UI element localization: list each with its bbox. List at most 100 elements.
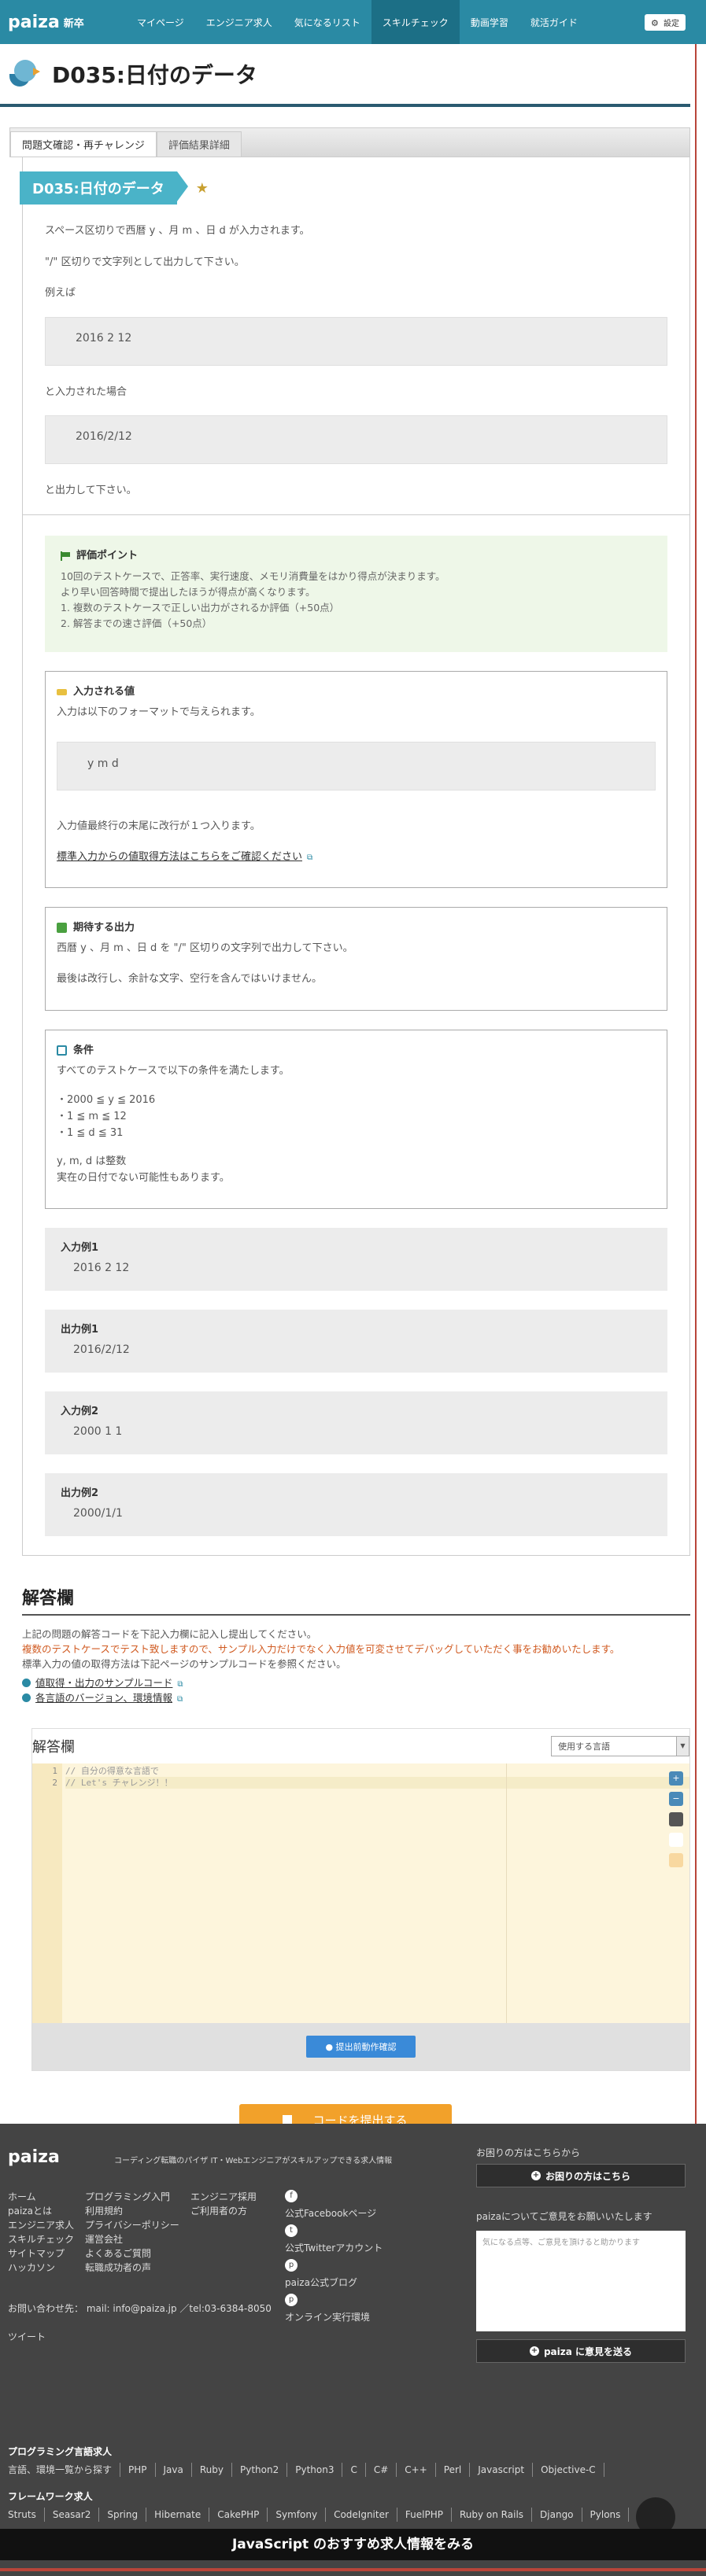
lang-job-link[interactable]: Javascript — [470, 2463, 534, 2477]
editor-header: 解答欄 使用する言語 ▼ — [32, 1728, 689, 1763]
fw-job-link[interactable]: Pylons — [582, 2508, 630, 2522]
output-spec-line1: 西暦 y 、月 m 、日 d を "/" 区切りの文字列で出力して下さい。 — [57, 942, 353, 955]
bird-logo-icon — [9, 57, 41, 91]
score-line: 10回のテストケースで、正答率、実行速度、メモリ消費量をはかり得点が決まります。 — [61, 570, 445, 583]
sample-code-link[interactable]: 値取得・出力のサンプルコード — [35, 1677, 172, 1689]
fw-job-link[interactable]: CakePHP — [209, 2508, 268, 2522]
footer-link[interactable]: paizaとは — [8, 2204, 74, 2218]
problem-panel: D035:日付のデータ ★ スペース区切りで西暦 y 、月 m 、日 d が入力… — [20, 157, 690, 1556]
lang-job-link[interactable]: C# — [366, 2463, 397, 2477]
footer-link[interactable]: 運営会社 — [85, 2232, 179, 2246]
lang-job-link[interactable]: C++ — [397, 2463, 436, 2477]
conditions-desc: すべてのテストケースで以下の条件を満たします。 — [57, 1065, 290, 1078]
footer-link[interactable]: サイトマップ — [8, 2246, 74, 2261]
footer-link[interactable]: スキルチェック — [8, 2232, 74, 2246]
nav-video[interactable]: 動画学習 — [460, 0, 519, 44]
footer-link[interactable]: プライバシーポリシー — [85, 2218, 179, 2232]
settings-button[interactable]: ⚙ 設定 — [644, 14, 686, 31]
nav-watchlist[interactable]: 気になるリスト — [283, 0, 371, 44]
fw-job-link[interactable]: Spring — [99, 2508, 147, 2522]
example-title: 入力例1 — [61, 1241, 99, 1254]
example-title: 入力例2 — [61, 1405, 99, 1417]
logo[interactable]: paiza 新卒 — [0, 0, 126, 44]
social-link[interactable]: 公式Twitterアカウント — [285, 2237, 383, 2259]
circle-arrow-icon — [22, 1678, 31, 1687]
lang-job-link[interactable]: PHP — [120, 2463, 156, 2477]
language-select[interactable]: 使用する言語 ▼ — [551, 1735, 689, 1756]
footer-link[interactable]: 転職成功者の声 — [85, 2261, 179, 2275]
lang-job-link[interactable]: 言語、環境一覧から探す — [8, 2463, 121, 2477]
code-editor[interactable]: 1 2 // 自分の得意な言語で // Let's チャレンジ！！ + − — [32, 1763, 689, 2023]
output-spec-box: 期待する出力 西暦 y 、月 m 、日 d を "/" 区切りの文字列で出力して… — [45, 906, 667, 1011]
fw-job-link[interactable]: Hibernate — [146, 2508, 210, 2522]
nav-guide[interactable]: 就活ガイド — [519, 0, 589, 44]
fw-link-row: Struts Seasar2 Spring Hibernate CakePHP Symfo… — [8, 2508, 685, 2522]
tweet-button[interactable]: ツイート — [8, 2330, 46, 2343]
lang-job-link[interactable]: Objective-C — [533, 2463, 604, 2477]
feedback-send-button[interactable]: + paiza に意見を送る — [476, 2339, 686, 2363]
lang-job-link[interactable]: Java — [156, 2463, 192, 2477]
lang-job-link[interactable]: Ruby — [192, 2463, 232, 2477]
example-title: 出力例1 — [61, 1323, 99, 1336]
footer-link[interactable]: エンジニア求人 — [8, 2218, 74, 2232]
footer-link[interactable]: ご利用者の方 — [190, 2204, 257, 2218]
input-icon — [57, 688, 67, 695]
tab-problem[interactable]: 問題文確認・再チャレンジ — [10, 131, 157, 157]
answer-section-title: 解答欄 — [22, 1584, 690, 1616]
footer-link[interactable]: 利用規約 — [85, 2204, 179, 2218]
run-test-button[interactable]: ● 提出前動作確認 — [306, 2035, 416, 2058]
footer-logo[interactable]: paiza — [8, 2147, 60, 2167]
divider — [23, 514, 689, 515]
footer-link[interactable]: ハッカソン — [8, 2261, 74, 2275]
fw-job-link[interactable]: Seasar2 — [45, 2508, 100, 2522]
social-link[interactable]: paiza公式ブログ — [285, 2272, 383, 2294]
fw-job-link[interactable]: Struts — [8, 2508, 45, 2522]
fw-job-link[interactable]: FuelPHP — [397, 2508, 452, 2522]
footer-link[interactable]: エンジニア採用 — [190, 2190, 257, 2204]
input-spec-title: 入力される値 — [73, 685, 135, 698]
stdin-help-link[interactable]: 標準入力からの値取得方法はこちらをご確認ください — [57, 851, 302, 863]
footer-link[interactable]: ホーム — [8, 2190, 74, 2204]
nav-skillcheck[interactable]: スキルチェック — [371, 0, 460, 44]
footer-col2: プログラミング入門 利用規約 プライバシーポリシー 運営会社 よくあるご質問 転… — [85, 2190, 179, 2275]
footer-link[interactable]: よくあるご質問 — [85, 2246, 179, 2261]
fw-job-link[interactable]: CodeIgniter — [326, 2508, 397, 2522]
theme-warm-icon[interactable] — [669, 1852, 683, 1867]
zoom-in-icon[interactable]: + — [669, 1771, 683, 1786]
flag-icon — [61, 551, 70, 561]
score-line: 1. 複数のテストケースで正しい出力がされるか評価（+50点） — [61, 602, 340, 614]
social-link[interactable]: オンライン実行環境 — [285, 2306, 383, 2328]
external-link-icon: ⧉ — [177, 1679, 183, 1689]
job-banner[interactable]: JavaScript のおすすめ求人情報をみる — [0, 2529, 706, 2560]
help-button[interactable]: + お困りの方はこちら — [476, 2164, 686, 2187]
fw-job-link[interactable]: Ruby on Rails — [452, 2508, 533, 2522]
env-info-link[interactable]: 各言語のバージョン、環境情報 — [35, 1692, 172, 1704]
nav-jobs[interactable]: エンジニア求人 — [195, 0, 283, 44]
zoom-out-icon[interactable]: − — [669, 1791, 683, 1806]
footer-col1: ホーム paizaとは エンジニア求人 スキルチェック サイトマップ ハッカソン — [8, 2190, 74, 2275]
theme-light-icon[interactable] — [669, 1832, 683, 1847]
social-link[interactable]: 公式Facebookページ — [285, 2202, 383, 2224]
footer-social: f 公式Facebookページ t 公式Twitterアカウント p paiza公式ブ… — [285, 2190, 383, 2328]
lang-job-link[interactable]: Perl — [436, 2463, 471, 2477]
feedback-textarea[interactable]: 気になる点等、ご意見を頂けると助かります — [476, 2231, 686, 2331]
nav-mypage[interactable]: マイページ — [126, 0, 195, 44]
answer-description: 上記の問題の解答コードを下記入力欄に記入し提出してください。 複数のテストケース… — [22, 1627, 690, 1706]
fw-job-link[interactable]: Django — [532, 2508, 582, 2522]
fw-job-link[interactable]: Symfony — [268, 2508, 327, 2522]
tab-results[interactable]: 評価結果詳細 — [156, 131, 242, 157]
lang-job-link[interactable]: Python2 — [232, 2463, 288, 2477]
footer-tagline: コーディング転職のパイザ IT・Webエンジニアがスキルアップできる求人情報 — [114, 2157, 393, 2165]
star-icon[interactable]: ★ — [196, 180, 209, 197]
input-note: と入力された場合 — [45, 385, 128, 398]
condition-note2: 実在の日付でない可能性もあります。 — [57, 1172, 230, 1185]
editor-tools: + − — [669, 1771, 683, 1867]
bottom-edge-line — [0, 2568, 706, 2571]
code-area[interactable]: // 自分の得意な言語で // Let's チャレンジ！！ — [62, 1763, 689, 2023]
lang-job-link[interactable]: C — [342, 2463, 366, 2477]
lang-job-link[interactable]: Python3 — [287, 2463, 343, 2477]
feedback-label: paizaについてご意見をお願いいたします — [476, 2211, 652, 2222]
footer-link[interactable]: プログラミング入門 — [85, 2190, 179, 2204]
theme-dark-icon[interactable] — [669, 1811, 683, 1826]
top-navbar: paiza 新卒 マイページ エンジニア求人 気になるリスト スキルチェック 動… — [0, 0, 706, 44]
